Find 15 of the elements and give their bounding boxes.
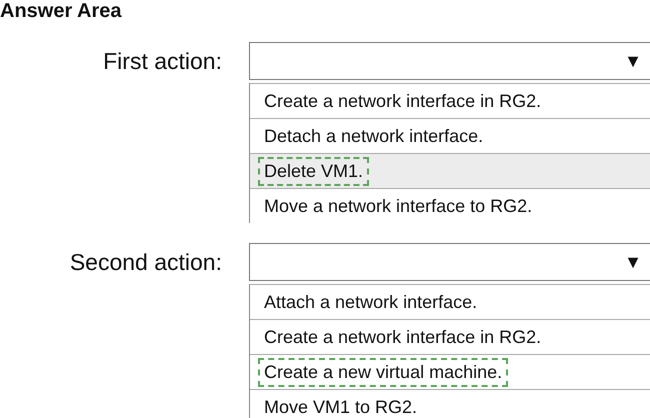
dropdown-option[interactable]: Attach a network interface. [258,288,484,316]
dropdown-arrow-icon[interactable]: ▼ [624,50,642,72]
heading: Answer Area [0,0,122,22]
dropdown-option[interactable]: Delete VM1. [258,156,370,186]
dropdown-option[interactable]: Detach a network interface. [258,122,490,150]
action-label: First action: [102,48,222,74]
dropdown-option[interactable]: Move a network interface to RG2. [258,192,538,220]
dropdown-arrow-icon[interactable]: ▼ [624,252,642,272]
dropdown-option[interactable]: Create a network interface in RG2. [258,322,548,352]
dropdown-option[interactable]: Create a network interface in RG2. [258,86,548,116]
dropdown[interactable]: ▼ [249,243,650,281]
dropdown-option[interactable]: Create a new virtual machine. [258,358,508,386]
action-label: Second action: [68,248,222,276]
dropdown[interactable]: ▼ [249,42,650,80]
dropdown-option[interactable]: Move VM1 to RG2. [258,392,424,418]
